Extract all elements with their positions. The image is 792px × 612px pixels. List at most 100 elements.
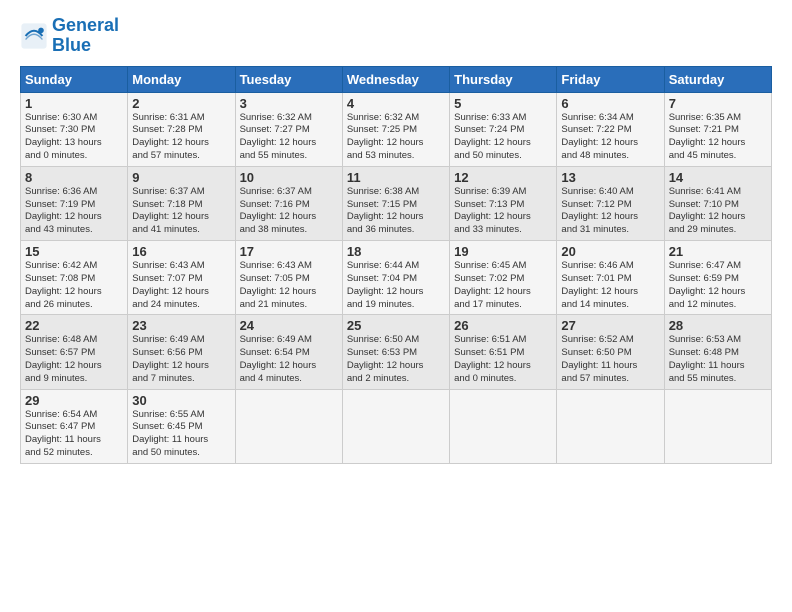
day-info: Sunrise: 6:40 AM Sunset: 7:12 PM Dayligh… (561, 186, 659, 237)
day-info: Sunrise: 6:55 AM Sunset: 6:45 PM Dayligh… (132, 409, 230, 460)
logo-general: General (52, 15, 119, 35)
day-info: Sunrise: 6:30 AM Sunset: 7:30 PM Dayligh… (25, 112, 123, 163)
day-info: Sunrise: 6:52 AM Sunset: 6:50 PM Dayligh… (561, 334, 659, 385)
day-info: Sunrise: 6:33 AM Sunset: 7:24 PM Dayligh… (454, 112, 552, 163)
day-number: 29 (25, 393, 123, 408)
day-number: 5 (454, 96, 552, 111)
day-info: Sunrise: 6:31 AM Sunset: 7:28 PM Dayligh… (132, 112, 230, 163)
day-cell: 23 Sunrise: 6:49 AM Sunset: 6:56 PM Dayl… (128, 315, 235, 389)
day-number: 28 (669, 318, 767, 333)
day-info: Sunrise: 6:48 AM Sunset: 6:57 PM Dayligh… (25, 334, 123, 385)
col-thursday: Thursday (450, 66, 557, 92)
day-info: Sunrise: 6:43 AM Sunset: 7:05 PM Dayligh… (240, 260, 338, 311)
day-cell: 16 Sunrise: 6:43 AM Sunset: 7:07 PM Dayl… (128, 241, 235, 315)
day-cell (235, 389, 342, 463)
day-number: 17 (240, 244, 338, 259)
col-wednesday: Wednesday (342, 66, 449, 92)
day-cell: 15 Sunrise: 6:42 AM Sunset: 7:08 PM Dayl… (21, 241, 128, 315)
day-number: 13 (561, 170, 659, 185)
logo-blue: Blue (52, 35, 91, 55)
day-cell: 29 Sunrise: 6:54 AM Sunset: 6:47 PM Dayl… (21, 389, 128, 463)
logo-icon (20, 22, 48, 50)
day-number: 3 (240, 96, 338, 111)
day-info: Sunrise: 6:50 AM Sunset: 6:53 PM Dayligh… (347, 334, 445, 385)
day-number: 14 (669, 170, 767, 185)
day-number: 1 (25, 96, 123, 111)
day-info: Sunrise: 6:54 AM Sunset: 6:47 PM Dayligh… (25, 409, 123, 460)
week-row-3: 15 Sunrise: 6:42 AM Sunset: 7:08 PM Dayl… (21, 241, 772, 315)
day-cell: 6 Sunrise: 6:34 AM Sunset: 7:22 PM Dayli… (557, 92, 664, 166)
week-row-4: 22 Sunrise: 6:48 AM Sunset: 6:57 PM Dayl… (21, 315, 772, 389)
day-number: 6 (561, 96, 659, 111)
day-info: Sunrise: 6:45 AM Sunset: 7:02 PM Dayligh… (454, 260, 552, 311)
day-info: Sunrise: 6:36 AM Sunset: 7:19 PM Dayligh… (25, 186, 123, 237)
header: General Blue (20, 16, 772, 56)
day-number: 27 (561, 318, 659, 333)
day-cell: 14 Sunrise: 6:41 AM Sunset: 7:10 PM Dayl… (664, 166, 771, 240)
day-cell: 3 Sunrise: 6:32 AM Sunset: 7:27 PM Dayli… (235, 92, 342, 166)
col-saturday: Saturday (664, 66, 771, 92)
day-cell: 5 Sunrise: 6:33 AM Sunset: 7:24 PM Dayli… (450, 92, 557, 166)
day-number: 30 (132, 393, 230, 408)
logo: General Blue (20, 16, 119, 56)
day-cell: 17 Sunrise: 6:43 AM Sunset: 7:05 PM Dayl… (235, 241, 342, 315)
day-number: 15 (25, 244, 123, 259)
day-cell: 19 Sunrise: 6:45 AM Sunset: 7:02 PM Dayl… (450, 241, 557, 315)
day-cell: 26 Sunrise: 6:51 AM Sunset: 6:51 PM Dayl… (450, 315, 557, 389)
day-cell: 11 Sunrise: 6:38 AM Sunset: 7:15 PM Dayl… (342, 166, 449, 240)
day-number: 10 (240, 170, 338, 185)
day-cell: 8 Sunrise: 6:36 AM Sunset: 7:19 PM Dayli… (21, 166, 128, 240)
day-number: 8 (25, 170, 123, 185)
day-cell: 30 Sunrise: 6:55 AM Sunset: 6:45 PM Dayl… (128, 389, 235, 463)
day-number: 21 (669, 244, 767, 259)
day-number: 18 (347, 244, 445, 259)
day-cell: 27 Sunrise: 6:52 AM Sunset: 6:50 PM Dayl… (557, 315, 664, 389)
day-info: Sunrise: 6:46 AM Sunset: 7:01 PM Dayligh… (561, 260, 659, 311)
day-number: 7 (669, 96, 767, 111)
day-cell (450, 389, 557, 463)
day-info: Sunrise: 6:41 AM Sunset: 7:10 PM Dayligh… (669, 186, 767, 237)
day-cell (342, 389, 449, 463)
col-tuesday: Tuesday (235, 66, 342, 92)
day-cell: 13 Sunrise: 6:40 AM Sunset: 7:12 PM Dayl… (557, 166, 664, 240)
day-info: Sunrise: 6:32 AM Sunset: 7:25 PM Dayligh… (347, 112, 445, 163)
day-cell: 1 Sunrise: 6:30 AM Sunset: 7:30 PM Dayli… (21, 92, 128, 166)
day-info: Sunrise: 6:39 AM Sunset: 7:13 PM Dayligh… (454, 186, 552, 237)
day-info: Sunrise: 6:49 AM Sunset: 6:54 PM Dayligh… (240, 334, 338, 385)
day-info: Sunrise: 6:42 AM Sunset: 7:08 PM Dayligh… (25, 260, 123, 311)
day-cell: 4 Sunrise: 6:32 AM Sunset: 7:25 PM Dayli… (342, 92, 449, 166)
day-number: 20 (561, 244, 659, 259)
day-info: Sunrise: 6:44 AM Sunset: 7:04 PM Dayligh… (347, 260, 445, 311)
day-cell: 24 Sunrise: 6:49 AM Sunset: 6:54 PM Dayl… (235, 315, 342, 389)
day-cell: 22 Sunrise: 6:48 AM Sunset: 6:57 PM Dayl… (21, 315, 128, 389)
page: General Blue Sunday Monday Tuesday Wedne… (0, 0, 792, 474)
day-info: Sunrise: 6:37 AM Sunset: 7:18 PM Dayligh… (132, 186, 230, 237)
day-cell: 18 Sunrise: 6:44 AM Sunset: 7:04 PM Dayl… (342, 241, 449, 315)
day-number: 16 (132, 244, 230, 259)
col-friday: Friday (557, 66, 664, 92)
day-number: 9 (132, 170, 230, 185)
calendar-table: Sunday Monday Tuesday Wednesday Thursday… (20, 66, 772, 464)
day-number: 4 (347, 96, 445, 111)
day-cell: 21 Sunrise: 6:47 AM Sunset: 6:59 PM Dayl… (664, 241, 771, 315)
day-cell (664, 389, 771, 463)
day-number: 23 (132, 318, 230, 333)
header-row: Sunday Monday Tuesday Wednesday Thursday… (21, 66, 772, 92)
day-info: Sunrise: 6:38 AM Sunset: 7:15 PM Dayligh… (347, 186, 445, 237)
col-sunday: Sunday (21, 66, 128, 92)
day-cell: 20 Sunrise: 6:46 AM Sunset: 7:01 PM Dayl… (557, 241, 664, 315)
day-cell: 10 Sunrise: 6:37 AM Sunset: 7:16 PM Dayl… (235, 166, 342, 240)
day-cell (557, 389, 664, 463)
day-info: Sunrise: 6:43 AM Sunset: 7:07 PM Dayligh… (132, 260, 230, 311)
week-row-2: 8 Sunrise: 6:36 AM Sunset: 7:19 PM Dayli… (21, 166, 772, 240)
day-number: 19 (454, 244, 552, 259)
day-number: 26 (454, 318, 552, 333)
day-number: 12 (454, 170, 552, 185)
day-info: Sunrise: 6:51 AM Sunset: 6:51 PM Dayligh… (454, 334, 552, 385)
day-info: Sunrise: 6:49 AM Sunset: 6:56 PM Dayligh… (132, 334, 230, 385)
week-row-1: 1 Sunrise: 6:30 AM Sunset: 7:30 PM Dayli… (21, 92, 772, 166)
day-info: Sunrise: 6:37 AM Sunset: 7:16 PM Dayligh… (240, 186, 338, 237)
day-info: Sunrise: 6:47 AM Sunset: 6:59 PM Dayligh… (669, 260, 767, 311)
col-monday: Monday (128, 66, 235, 92)
day-info: Sunrise: 6:34 AM Sunset: 7:22 PM Dayligh… (561, 112, 659, 163)
